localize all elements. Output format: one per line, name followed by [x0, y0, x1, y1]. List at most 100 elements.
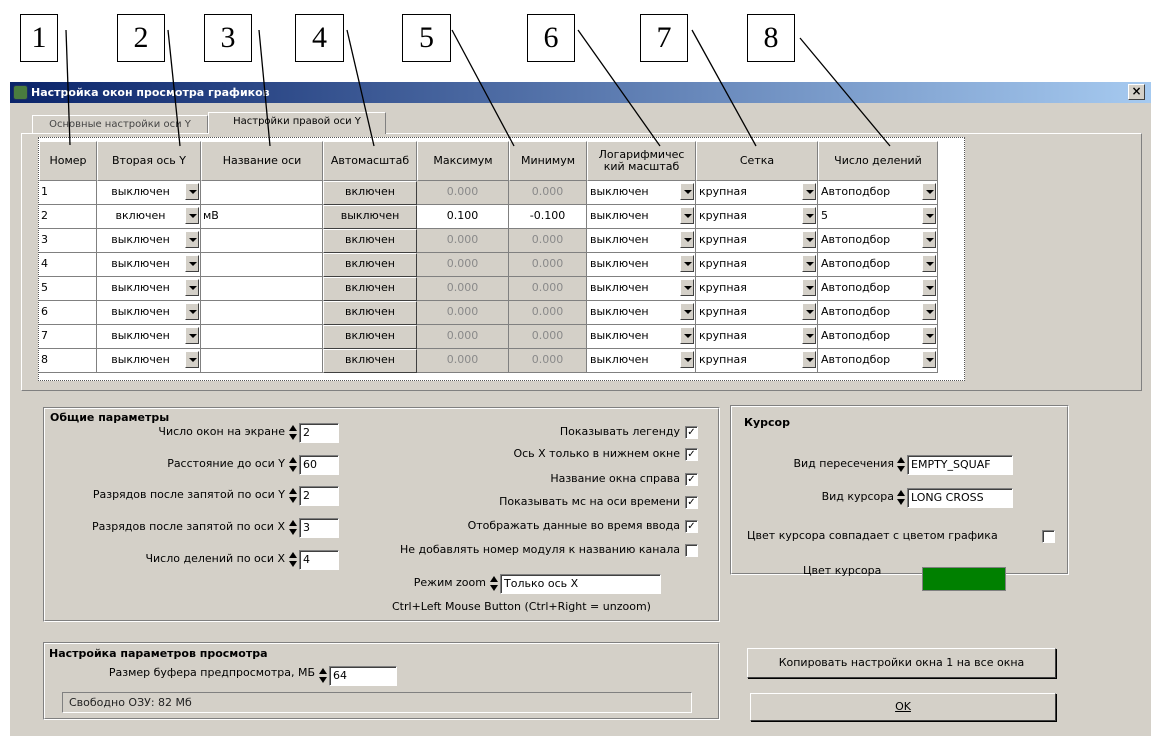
col-divisions-cell[interactable]: Автоподбор — [818, 181, 938, 205]
col-grid-header[interactable]: Сетка — [696, 141, 818, 181]
buffer-size-spinner[interactable] — [318, 666, 329, 686]
col-divisions-cell[interactable]: Автоподбор — [818, 349, 938, 373]
chevron-down-icon[interactable] — [680, 279, 694, 296]
col-grid-cell[interactable]: крупная — [696, 205, 818, 229]
x-decimals-field[interactable]: 3 — [299, 518, 339, 538]
col-autoscale-cell[interactable]: включен — [323, 301, 417, 325]
chevron-down-icon[interactable] — [802, 207, 816, 224]
col-axis-name-cell[interactable] — [201, 349, 323, 373]
col-log-scale-cell[interactable]: выключен — [587, 253, 696, 277]
col-grid-cell[interactable]: крупная — [696, 349, 818, 373]
x-divisions-field[interactable]: 4 — [299, 550, 339, 570]
chevron-down-icon[interactable] — [185, 183, 199, 200]
col-maximum-header[interactable]: Максимум — [417, 141, 509, 181]
chevron-down-icon[interactable] — [922, 255, 936, 272]
col-divisions-cell[interactable]: Автоподбор — [818, 277, 938, 301]
col-grid-cell[interactable]: крупная — [696, 277, 818, 301]
chevron-down-icon[interactable] — [802, 351, 816, 368]
chevron-down-icon[interactable] — [802, 183, 816, 200]
cursor-color-swatch[interactable] — [922, 567, 1006, 591]
col-grid-cell[interactable]: крупная — [696, 181, 818, 205]
col-autoscale-cell[interactable]: включен — [323, 229, 417, 253]
chevron-down-icon[interactable] — [185, 231, 199, 248]
windows-count-spinner[interactable] — [288, 423, 299, 443]
col-grid-cell[interactable]: крупная — [696, 325, 818, 349]
chevron-down-icon[interactable] — [922, 183, 936, 200]
y-decimals-spinner[interactable] — [288, 486, 299, 506]
col-log-scale-header[interactable]: Логарифмичес кий масштаб — [587, 141, 696, 181]
col-second-axis-cell[interactable]: выключен — [97, 301, 201, 325]
buffer-size-field[interactable]: 64 — [329, 666, 397, 686]
show-data-input-checkbox[interactable]: ✓ — [685, 520, 698, 533]
x-divisions-spinner[interactable] — [288, 550, 299, 570]
show-ms-checkbox[interactable]: ✓ — [685, 496, 698, 509]
zoom-mode-spinner[interactable] — [489, 574, 500, 594]
col-maximum-cell[interactable]: 0.100 — [417, 205, 509, 229]
col-log-scale-cell[interactable]: выключен — [587, 205, 696, 229]
cursor-kind-field[interactable]: LONG CROSS — [907, 488, 1013, 508]
chevron-down-icon[interactable] — [802, 279, 816, 296]
col-second-axis-cell[interactable]: выключен — [97, 325, 201, 349]
cursor-cross-field[interactable]: EMPTY_SQUAF — [907, 455, 1013, 475]
col-log-scale-cell[interactable]: выключен — [587, 301, 696, 325]
windows-count-field[interactable]: 2 — [299, 423, 339, 443]
chevron-down-icon[interactable] — [802, 327, 816, 344]
tab-main-y-axis[interactable]: Основные настройки оси Y — [32, 115, 208, 134]
col-log-scale-cell[interactable]: выключен — [587, 325, 696, 349]
col-divisions-header[interactable]: Число делений — [818, 141, 938, 181]
col-second-axis-cell[interactable]: выключен — [97, 229, 201, 253]
y-axis-distance-spinner[interactable] — [288, 455, 299, 475]
col-log-scale-cell[interactable]: выключен — [587, 229, 696, 253]
col-minimum-header[interactable]: Минимум — [509, 141, 587, 181]
copy-settings-button[interactable]: Копировать настройки окна 1 на все окна — [747, 648, 1056, 678]
x-axis-bottom-checkbox[interactable]: ✓ — [685, 448, 698, 461]
col-divisions-cell[interactable]: Автоподбор — [818, 301, 938, 325]
chevron-down-icon[interactable] — [185, 327, 199, 344]
chevron-down-icon[interactable] — [680, 207, 694, 224]
cursor-cross-spinner[interactable] — [896, 455, 907, 475]
chevron-down-icon[interactable] — [680, 351, 694, 368]
chevron-down-icon[interactable] — [802, 303, 816, 320]
col-autoscale-cell[interactable]: выключен — [323, 205, 417, 229]
col-axis-name-cell[interactable] — [201, 277, 323, 301]
chevron-down-icon[interactable] — [185, 351, 199, 368]
chevron-down-icon[interactable] — [802, 255, 816, 272]
chevron-down-icon[interactable] — [680, 183, 694, 200]
y-axis-distance-field[interactable]: 60 — [299, 455, 339, 475]
col-divisions-cell[interactable]: Автоподбор — [818, 325, 938, 349]
col-log-scale-cell[interactable]: выключен — [587, 349, 696, 373]
chevron-down-icon[interactable] — [922, 327, 936, 344]
ok-button[interactable]: OK — [750, 693, 1056, 721]
tab-right-y-axis[interactable]: Настройки правой оси Y — [208, 112, 386, 134]
chevron-down-icon[interactable] — [185, 255, 199, 272]
title-bar[interactable]: Настройка окон просмотра графиков × — [10, 82, 1151, 103]
col-grid-cell[interactable]: крупная — [696, 253, 818, 277]
col-axis-name-cell[interactable] — [201, 301, 323, 325]
y-decimals-field[interactable]: 2 — [299, 486, 339, 506]
chevron-down-icon[interactable] — [680, 255, 694, 272]
col-axis-name-cell[interactable] — [201, 229, 323, 253]
window-title-right-checkbox[interactable]: ✓ — [685, 473, 698, 486]
col-divisions-cell[interactable]: Автоподбор — [818, 229, 938, 253]
chevron-down-icon[interactable] — [185, 279, 199, 296]
zoom-mode-field[interactable]: Только ось X — [500, 574, 661, 594]
chevron-down-icon[interactable] — [185, 207, 199, 224]
col-autoscale-cell[interactable]: включен — [323, 325, 417, 349]
col-axis-name-cell[interactable] — [201, 181, 323, 205]
show-legend-checkbox[interactable]: ✓ — [685, 426, 698, 439]
col-divisions-cell[interactable]: Автоподбор — [818, 253, 938, 277]
x-decimals-spinner[interactable] — [288, 518, 299, 538]
col-axis-name-header[interactable]: Название оси — [201, 141, 323, 181]
col-axis-name-cell[interactable] — [201, 253, 323, 277]
col-second-axis-cell[interactable]: выключен — [97, 349, 201, 373]
col-second-axis-cell[interactable]: выключен — [97, 181, 201, 205]
col-axis-name-cell[interactable] — [201, 325, 323, 349]
col-second-axis-header[interactable]: Вторая ось Y — [97, 141, 201, 181]
no-module-number-checkbox[interactable] — [685, 544, 698, 557]
col-autoscale-cell[interactable]: включен — [323, 181, 417, 205]
chevron-down-icon[interactable] — [922, 279, 936, 296]
col-divisions-cell[interactable]: 5 — [818, 205, 938, 229]
col-autoscale-cell[interactable]: включен — [323, 349, 417, 373]
chevron-down-icon[interactable] — [922, 303, 936, 320]
col-minimum-cell[interactable]: -0.100 — [509, 205, 587, 229]
